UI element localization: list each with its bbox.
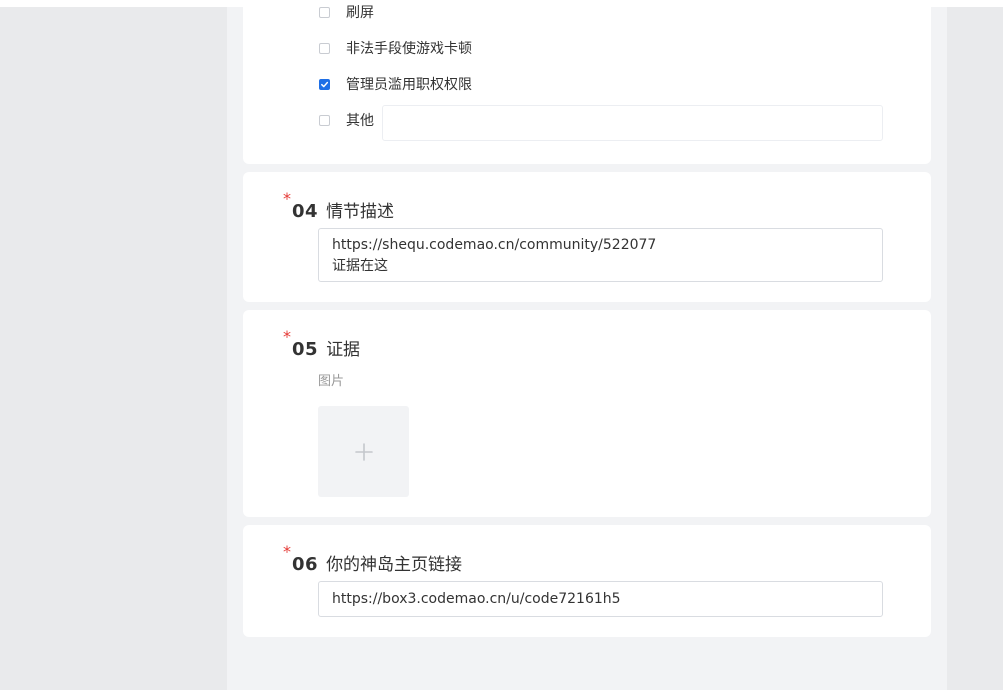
checkbox-checked-icon[interactable] bbox=[319, 78, 330, 90]
required-mark: * bbox=[283, 189, 291, 208]
question-header: * 05 证据 bbox=[283, 327, 361, 361]
image-upload-button[interactable] bbox=[318, 406, 409, 497]
homepage-link-input[interactable]: https://box3.codemao.cn/u/code72161h5 bbox=[318, 581, 883, 617]
left-gutter bbox=[0, 7, 227, 690]
plus-icon bbox=[354, 442, 373, 461]
question-number: 04 bbox=[292, 201, 319, 222]
question-header: * 06 你的神岛主页链接 bbox=[283, 542, 463, 576]
question-header: * 04 情节描述 bbox=[283, 189, 395, 223]
question-title: 证据 bbox=[326, 340, 361, 360]
option-label: 管理员滥用职权权限 bbox=[346, 77, 472, 93]
textarea-line: https://shequ.codemao.cn/community/52207… bbox=[332, 237, 657, 253]
right-gutter bbox=[947, 7, 1003, 690]
required-mark: * bbox=[283, 327, 291, 346]
other-text-input[interactable] bbox=[382, 105, 883, 141]
question-title: 情节描述 bbox=[326, 202, 395, 222]
option-other[interactable]: 其他 bbox=[319, 110, 374, 130]
option-refresh-spam[interactable]: 刷屏 bbox=[319, 2, 374, 22]
checkmark-icon bbox=[321, 81, 329, 87]
option-game-lag[interactable]: 非法手段使游戏卡顿 bbox=[319, 38, 472, 58]
question-card-q06: * 06 你的神岛主页链接 https://box3.codemao.cn/u/… bbox=[243, 525, 931, 637]
checkbox-icon[interactable] bbox=[319, 42, 330, 54]
image-sub-label: 图片 bbox=[318, 374, 345, 389]
option-admin-abuse[interactable]: 管理员滥用职权权限 bbox=[319, 74, 472, 94]
description-textarea[interactable]: https://shequ.codemao.cn/community/52207… bbox=[318, 228, 883, 282]
question-title: 你的神岛主页链接 bbox=[326, 555, 463, 575]
question-number: 05 bbox=[292, 339, 319, 360]
option-label: 刷屏 bbox=[346, 5, 374, 21]
checkbox-icon[interactable] bbox=[319, 114, 330, 126]
option-label: 非法手段使游戏卡顿 bbox=[346, 41, 472, 57]
checkbox-icon[interactable] bbox=[319, 6, 330, 18]
question-card-q03: 刷屏 非法手段使游戏卡顿 管理员滥用职权权限 其他 bbox=[243, 0, 931, 164]
option-label: 其他 bbox=[346, 113, 374, 129]
required-mark: * bbox=[283, 542, 291, 561]
question-number: 06 bbox=[292, 554, 319, 575]
textarea-line: 证据在这 bbox=[332, 258, 388, 274]
question-card-q05: * 05 证据 图片 bbox=[243, 310, 931, 517]
question-card-q04: * 04 情节描述 https://shequ.codemao.cn/commu… bbox=[243, 172, 931, 302]
